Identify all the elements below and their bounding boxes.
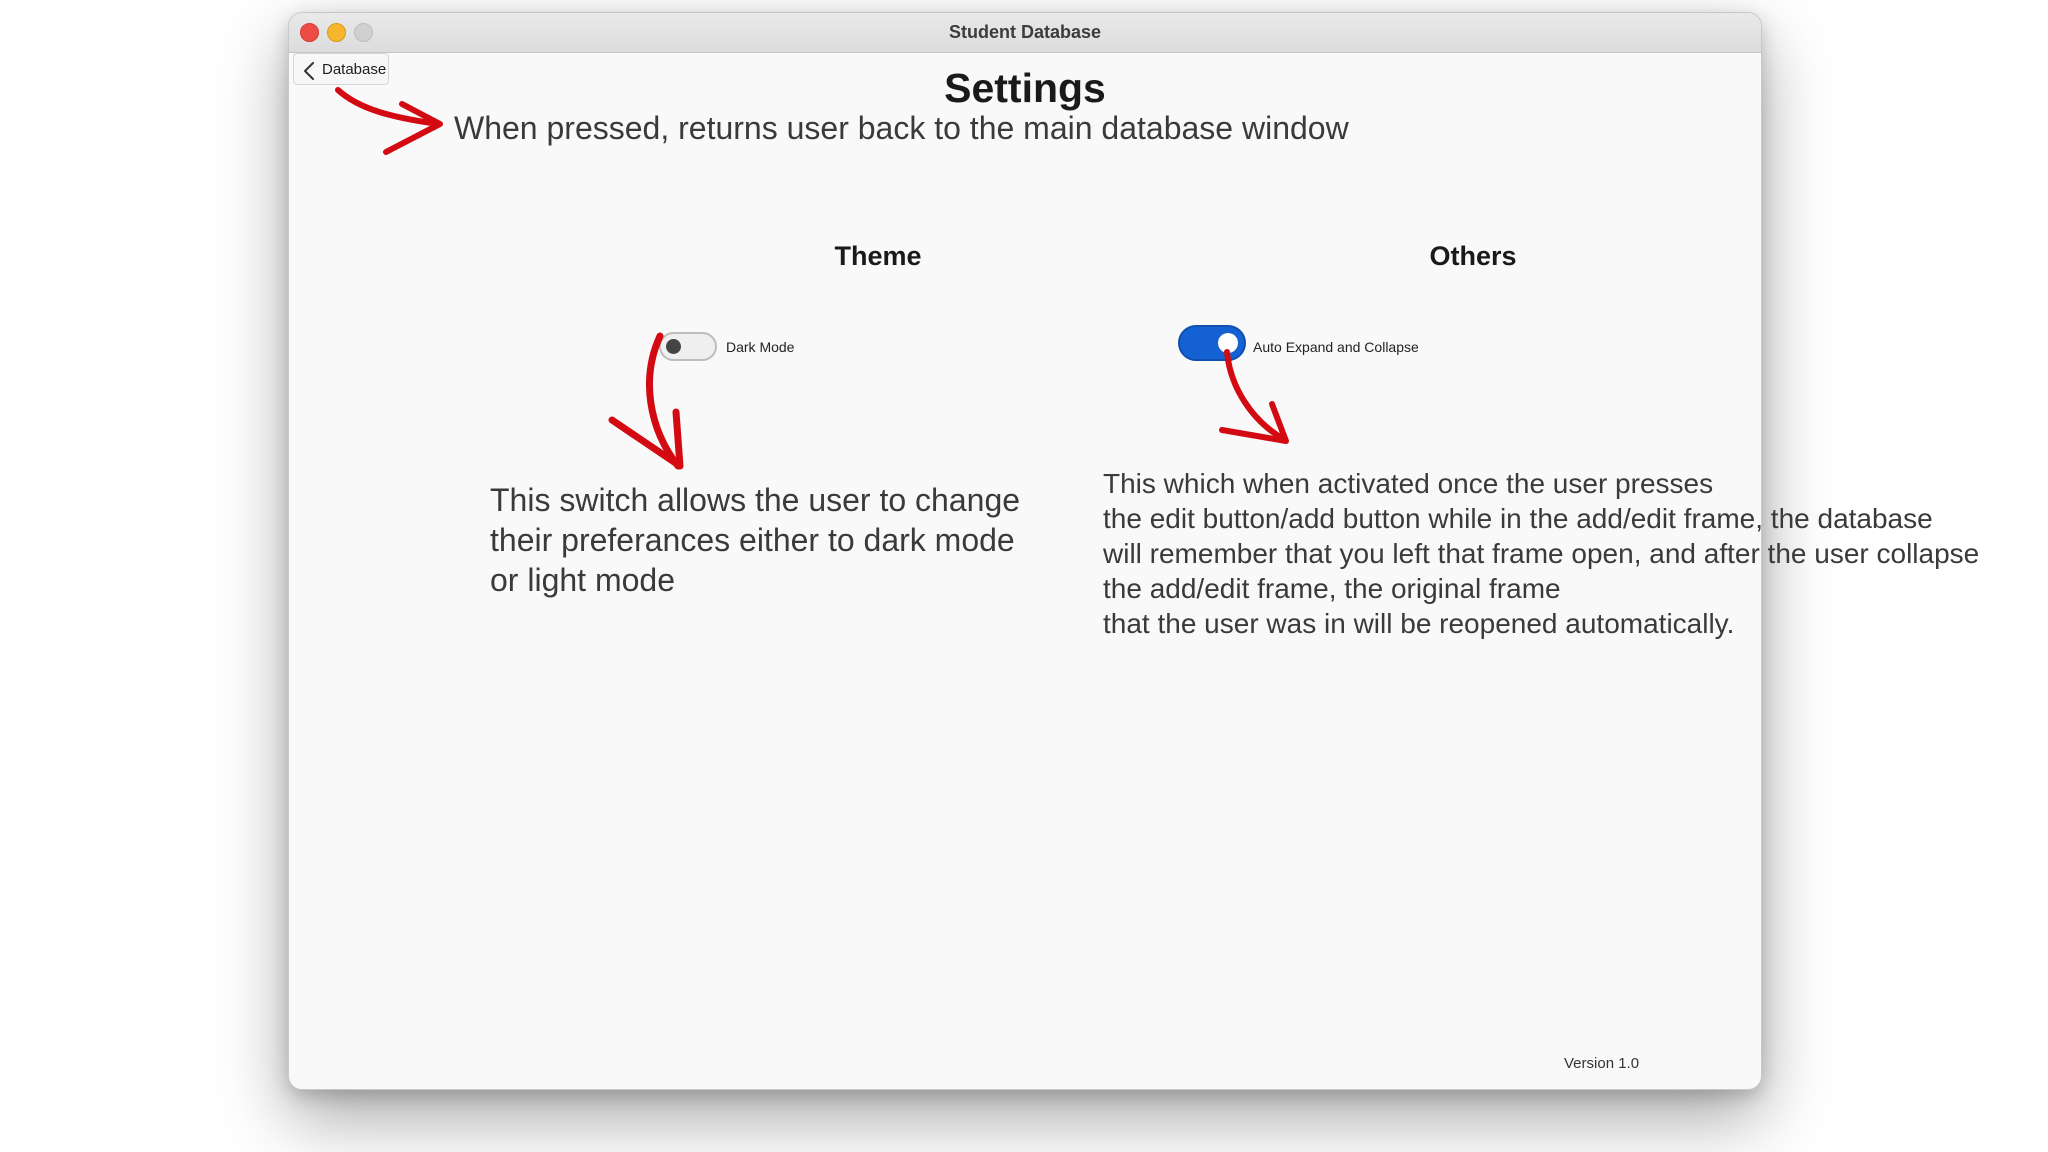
theme-annotation-line-1: This switch allows the user to change	[490, 482, 1021, 518]
dark-mode-toggle[interactable]	[659, 332, 717, 361]
theme-section-heading: Theme	[834, 241, 922, 271]
toggle-knob	[1218, 333, 1238, 353]
others-annotation-line-3: will remember that you left that frame o…	[1103, 538, 1980, 569]
theme-annotation-line-2: their preferances either to dark mode	[490, 522, 1015, 558]
auto-expand-collapse-label: Auto Expand and Collapse	[1253, 339, 1419, 355]
others-annotation-line-1: This which when activated once the user …	[1103, 468, 1714, 499]
others-annotation-line-2: the edit button/add button while in the …	[1103, 503, 1933, 534]
others-section-heading: Others	[1429, 241, 1517, 271]
dark-mode-label: Dark Mode	[726, 339, 795, 355]
window-title: Student Database	[948, 22, 1102, 42]
others-annotation-line-4: the add/edit frame, the original frame	[1103, 573, 1561, 604]
theme-annotation-line-3: or light mode	[490, 562, 675, 598]
others-annotation-line-5: that the user was in will be reopened au…	[1103, 608, 1735, 639]
title-bar: Student Database	[289, 13, 1761, 53]
version-label: Version 1.0	[1564, 1055, 1640, 1072]
toggle-knob	[666, 339, 681, 354]
page-title: Settings	[944, 65, 1106, 111]
auto-expand-collapse-toggle[interactable]	[1178, 325, 1246, 361]
stage: Student Database Database Settings Theme…	[0, 0, 2048, 1152]
back-button-annotation: When pressed, returns user back to the m…	[454, 110, 1349, 146]
